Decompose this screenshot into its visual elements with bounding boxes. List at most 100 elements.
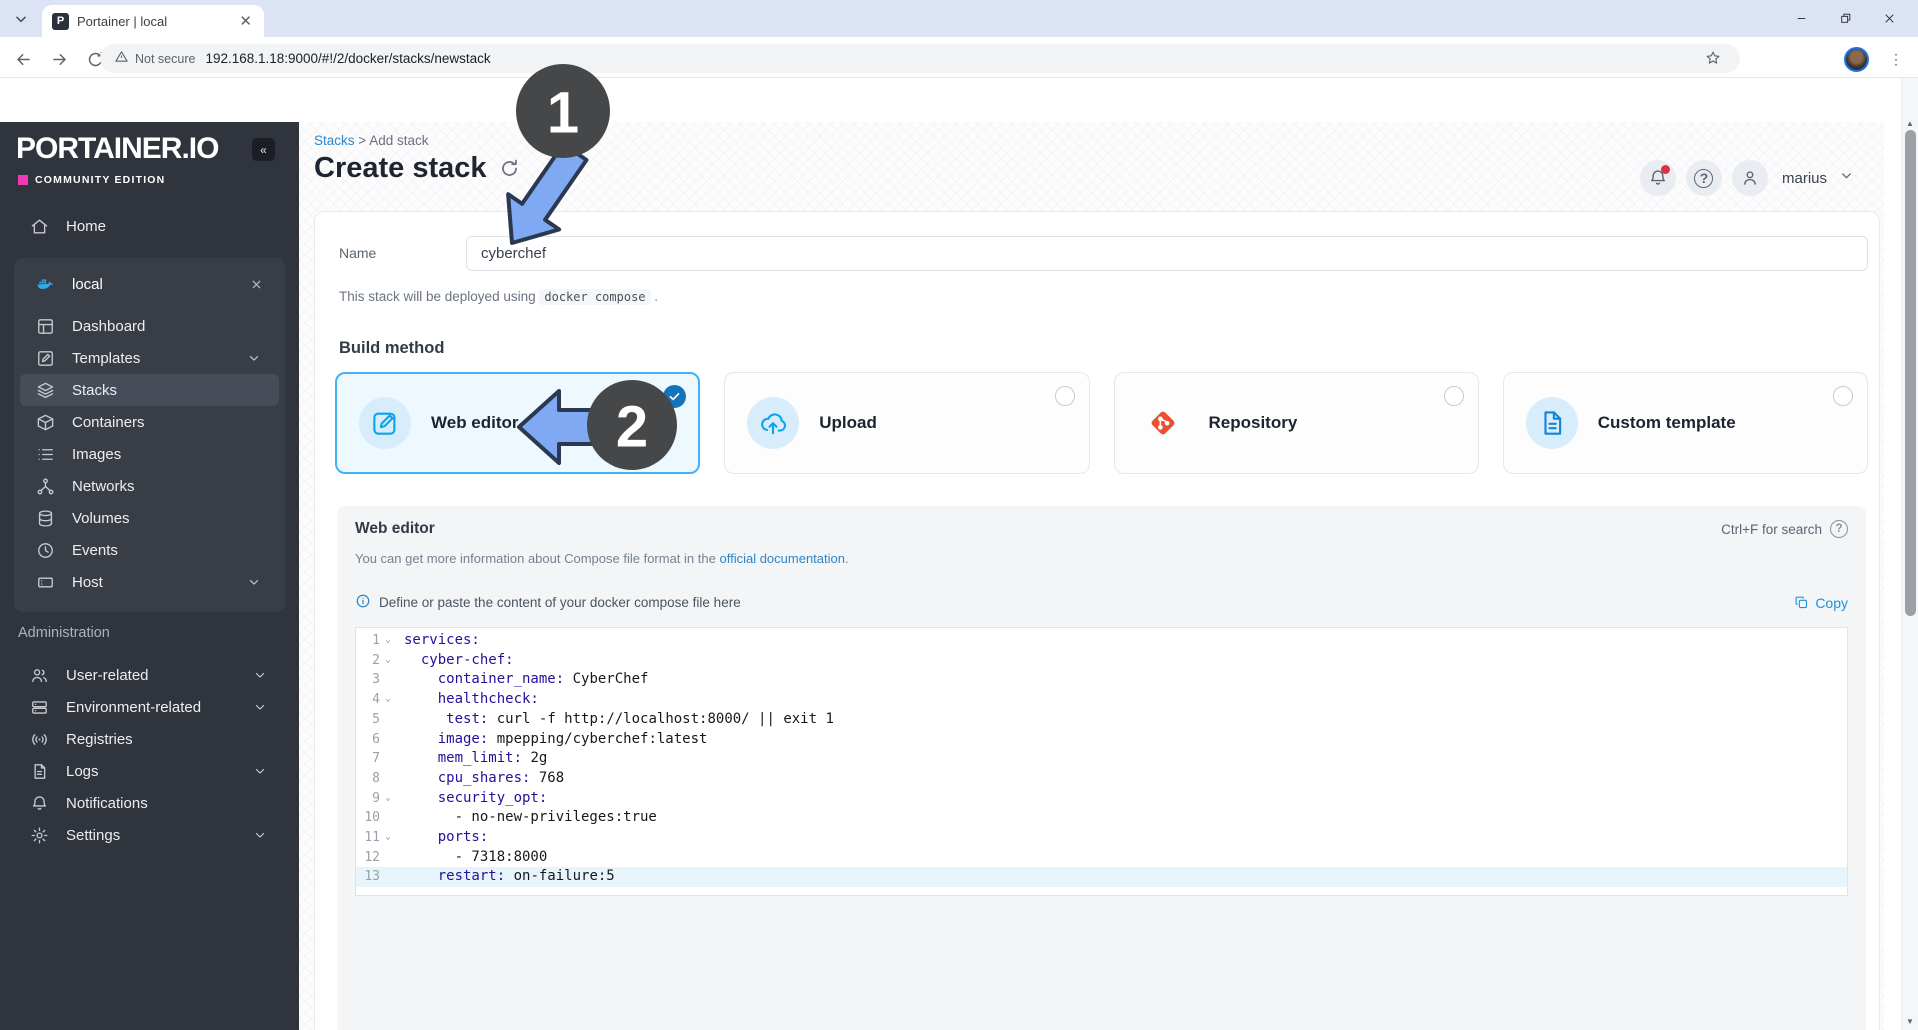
build-method-title: Build method [339, 339, 445, 357]
sidebar-item-registries[interactable]: Registries [0, 723, 299, 755]
copy-button[interactable]: Copy [1794, 595, 1848, 611]
chevron-down-icon [253, 828, 267, 842]
fold-chevron-icon: ⌄ [385, 694, 391, 705]
sidebar-item-dashboard[interactable]: Dashboard [20, 310, 279, 342]
environment-panel: local Dashboard Templates Stacks Containers… [14, 258, 285, 612]
sidebar-item-stacks[interactable]: Stacks [20, 374, 279, 406]
users-icon [30, 666, 49, 685]
sidebar-item-user-related[interactable]: User-related [0, 659, 299, 691]
browser-profile-avatar[interactable] [1844, 47, 1869, 72]
user-avatar-icon[interactable] [1731, 160, 1768, 196]
scrollbar-thumb[interactable] [1905, 130, 1916, 616]
portainer-app: PORTAINER.IO COMMUNITY EDITION « Home lo… [0, 122, 1901, 1030]
breadcrumb: Stacks > Add stack [314, 133, 428, 148]
user-menu-chevron-icon[interactable] [1839, 168, 1854, 188]
sidebar-item-events[interactable]: Events [20, 534, 279, 566]
username: marius [1781, 169, 1827, 187]
compose-code-editor[interactable]: 1 ⌄ services: 2 ⌄ cyber-chef: 3 container_nam… [355, 627, 1848, 897]
stacks-icon [36, 381, 55, 400]
environment-close-icon[interactable] [250, 278, 263, 291]
web-editor-icon [359, 397, 411, 449]
close-window-icon[interactable] [1874, 5, 1904, 33]
fold-chevron-icon: ⌄ [385, 635, 391, 645]
sidebar-item-environment-related[interactable]: Environment-related [0, 691, 299, 723]
line-gutter: 1 ⌄ [356, 631, 404, 651]
scrollbar[interactable]: ▲ ▼ [1901, 78, 1918, 1030]
main-content: Stacks > Add stack Create stack ? marius… [299, 122, 1884, 1030]
bookmark-star-icon[interactable] [1704, 49, 1722, 72]
line-gutter: 11 ⌄ [356, 828, 404, 848]
volumes-icon [36, 509, 55, 528]
sidebar-item-templates[interactable]: Templates [20, 342, 279, 374]
scroll-down-icon[interactable]: ▼ [1902, 1014, 1918, 1028]
sidebar-item-containers[interactable]: Containers [20, 406, 279, 438]
build-method-options: Web editor Upload Repository Custom templat… [335, 372, 1868, 474]
upload-icon [747, 397, 800, 449]
radio-button[interactable] [1443, 386, 1464, 406]
radio-button[interactable] [1833, 386, 1853, 406]
sidebar-item-settings[interactable]: Settings [0, 819, 299, 851]
chevron-down-icon [247, 575, 261, 589]
stack-name-input[interactable] [466, 236, 1868, 271]
code-line: 3 container_name: CyberChef [356, 670, 1847, 690]
events-icon [36, 541, 55, 560]
create-stack-card: Name This stack will be deployed using d… [314, 211, 1880, 1030]
sidebar-item-images[interactable]: Images [20, 438, 279, 470]
code-line: 6 image: mpepping/cyberchef:latest [356, 730, 1847, 750]
containers-icon [36, 413, 55, 432]
sidebar-item-networks[interactable]: Networks [20, 470, 279, 502]
tab-title: Portainer | local [77, 13, 168, 29]
logs-icon [30, 762, 49, 781]
minimize-icon[interactable] [1786, 5, 1816, 33]
sidebar-item-notifications[interactable]: Notifications [0, 787, 299, 819]
environment-header[interactable]: local [20, 266, 279, 302]
environments-icon [30, 698, 49, 717]
line-gutter: 5 [372, 711, 380, 727]
administration-label: Administration [18, 625, 110, 641]
sidebar-collapse-button[interactable]: « [252, 138, 275, 161]
scroll-up-icon[interactable]: ▲ [1902, 116, 1918, 130]
dashboard-icon [36, 317, 55, 336]
breadcrumb-stacks-link[interactable]: Stacks [314, 133, 355, 148]
build-method-upload[interactable]: Upload [724, 372, 1090, 474]
line-gutter: 2 ⌄ [356, 651, 404, 671]
tab-close-icon[interactable]: ✕ [237, 12, 254, 31]
radio-button[interactable] [1054, 386, 1075, 406]
line-gutter: 10 [364, 810, 380, 826]
restore-icon[interactable] [1830, 5, 1860, 33]
docker-whale-icon [36, 275, 55, 294]
header-actions: ? marius [1639, 160, 1854, 196]
build-method-repository[interactable]: Repository [1113, 372, 1479, 474]
code-line: 2 ⌄ cyber-chef: [356, 651, 1847, 671]
line-gutter: 9 ⌄ [356, 789, 404, 809]
forward-icon[interactable] [46, 46, 72, 72]
url-bar[interactable]: Not secure 192.168.1.18:9000/#!/2/docker… [100, 44, 1740, 73]
browser-menu-icon[interactable]: ⋮ [1888, 47, 1904, 71]
sidebar-item-host[interactable]: Host [20, 566, 279, 598]
selected-check-icon [663, 385, 687, 408]
window-controls [1786, 0, 1918, 37]
refresh-icon[interactable] [499, 158, 520, 179]
back-icon[interactable] [10, 46, 36, 72]
networks-icon [36, 477, 55, 496]
help-button[interactable]: ? [1685, 160, 1722, 196]
search-help-icon[interactable]: ? [1830, 520, 1848, 538]
official-documentation-link[interactable]: official documentation [719, 551, 845, 566]
tab-search-icon[interactable] [10, 9, 32, 29]
browser-tabstrip: P Portainer | local ✕ [0, 0, 1918, 37]
code-line: 7 mem_limit: 2g [356, 749, 1847, 769]
sidebar-item-home[interactable]: Home [0, 210, 299, 242]
templates-icon [36, 349, 55, 368]
settings-icon [30, 826, 49, 845]
build-method-custom-template[interactable]: Custom template [1502, 372, 1868, 474]
code-line: 8 cpu_shares: 768 [356, 769, 1847, 789]
notifications-bell-button[interactable] [1639, 160, 1676, 196]
compose-info-text: You can get more information about Compo… [355, 551, 849, 566]
build-method-web-editor[interactable]: Web editor [335, 372, 701, 474]
line-gutter: 12 [364, 849, 380, 865]
browser-tab[interactable]: P Portainer | local ✕ [42, 5, 264, 37]
sidebar-item-volumes[interactable]: Volumes [20, 502, 279, 534]
web-editor-panel: Web editor Ctrl+F for search ? You can g… [337, 506, 1866, 1030]
line-gutter: 6 [372, 731, 380, 747]
sidebar-item-logs[interactable]: Logs [0, 755, 299, 787]
